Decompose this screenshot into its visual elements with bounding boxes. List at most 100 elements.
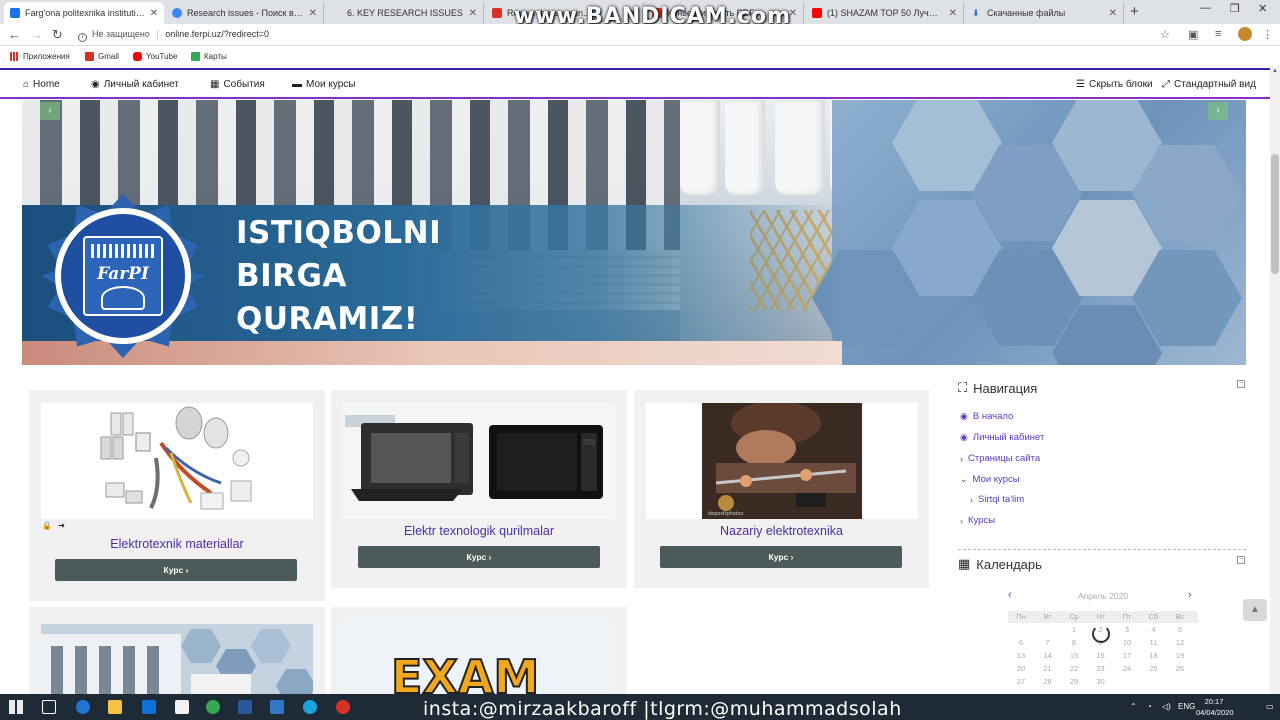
calendar-day[interactable]: 5	[1167, 625, 1193, 634]
course-button[interactable]: Курс ›	[55, 559, 297, 581]
maximize-icon[interactable]: ❐	[1230, 2, 1240, 15]
calendar-day[interactable]: 6	[1008, 638, 1034, 647]
close-icon[interactable]: ✕	[150, 8, 158, 19]
course-image[interactable]	[41, 624, 313, 704]
calendar-day[interactable]: 27	[1008, 677, 1034, 686]
calendar-day[interactable]: 3	[1114, 625, 1140, 634]
nav-item-cabinet[interactable]: ◉ Личный кабинет	[960, 432, 1044, 443]
course-image[interactable]	[343, 403, 615, 519]
banner-prev-arrow[interactable]: ‹	[40, 102, 60, 120]
chrome-icon[interactable]	[206, 700, 220, 714]
standard-view-button[interactable]: ⤢ Стандартный вид	[1162, 79, 1256, 90]
calendar-day[interactable]: 28	[1035, 677, 1061, 686]
language-indicator[interactable]: ENG	[1178, 702, 1195, 711]
collapse-calendar-icon[interactable]: −	[1237, 556, 1245, 564]
banner-next-arrow[interactable]: ›	[1208, 102, 1228, 120]
nav-home[interactable]: ⌂ Home	[23, 79, 60, 90]
task-view-icon[interactable]	[42, 700, 56, 714]
star-icon[interactable]: ☆	[1160, 28, 1170, 41]
calendar-day[interactable]: 8	[1061, 638, 1087, 647]
calendar-day[interactable]: 19	[1167, 651, 1193, 660]
calendar-day[interactable]: 21	[1035, 664, 1061, 673]
calendar-day[interactable]: 16	[1088, 651, 1114, 660]
nav-item-site-pages[interactable]: › Страницы сайта	[960, 453, 1040, 464]
course-button[interactable]: Курс ›	[358, 546, 600, 568]
record-icon[interactable]	[336, 700, 350, 714]
bookmark-youtube[interactable]: YouTube	[133, 52, 177, 61]
scroll-up-arrow-icon[interactable]: ▲	[1272, 68, 1278, 74]
nav-cabinet[interactable]: ◉ Личный кабинет	[91, 79, 179, 90]
calendar-day[interactable]: 7	[1035, 638, 1061, 647]
url-field[interactable]: i Не защищено | online.ferpi.uz/?redirect…	[78, 29, 269, 42]
calendar-day[interactable]: 15	[1061, 651, 1087, 660]
course-image[interactable]: EXAM	[343, 621, 609, 701]
new-tab-button[interactable]: +	[1130, 3, 1139, 20]
file-explorer-icon[interactable]	[108, 700, 122, 714]
nav-my-courses[interactable]: ▬ Мои курсы	[292, 79, 356, 90]
calendar-day[interactable]: 11	[1141, 638, 1167, 647]
notification-icon[interactable]: ▭	[1266, 702, 1274, 711]
tab-downloads[interactable]: ⬇ Скачанные файлы ✕	[966, 2, 1124, 24]
volume-icon[interactable]: ◁)	[1162, 702, 1171, 711]
network-icon[interactable]: ◔	[1147, 702, 1152, 711]
calendar-day[interactable]: 20	[1008, 664, 1034, 673]
calendar-day[interactable]: 25	[1141, 664, 1167, 673]
info-icon[interactable]: i	[78, 33, 87, 42]
save-icon[interactable]	[270, 700, 284, 714]
bookmark-apps[interactable]: Приложения	[10, 52, 70, 61]
scrollbar-thumb[interactable]	[1271, 154, 1279, 274]
calendar-day[interactable]: 1	[1061, 625, 1087, 634]
telegram-icon[interactable]	[303, 700, 317, 714]
tab-youtube-shazam[interactable]: (1) SHAZAM TOP 50 Лучших Пе ✕	[806, 2, 964, 24]
close-icon[interactable]: ✕	[309, 8, 317, 19]
course-title[interactable]: Nazariy elektrotexnika	[634, 524, 929, 538]
nav-item-sirtqi[interactable]: › Sirtqi ta'lim	[970, 494, 1024, 505]
mail-icon[interactable]	[142, 700, 156, 714]
tab-key-research[interactable]: 6. KEY RESEARCH ISSUES ✕	[326, 2, 484, 24]
close-icon[interactable]: ✕	[1109, 8, 1117, 19]
forward-arrow-icon[interactable]: →	[30, 27, 43, 42]
tab-ferpi[interactable]: Farg'ona politexnika institutining ✕	[4, 2, 164, 24]
back-to-top-button[interactable]: ▲	[1243, 599, 1267, 621]
page-scrollbar[interactable]: ▲	[1270, 66, 1280, 694]
minimize-icon[interactable]: —	[1200, 2, 1211, 14]
tab-google-search[interactable]: Research issues - Поиск в Google ✕	[166, 2, 324, 24]
calendar-day[interactable]: 26	[1167, 664, 1193, 673]
calendar-day[interactable]: 17	[1114, 651, 1140, 660]
nav-item-home[interactable]: ◉ В начало	[960, 411, 1013, 422]
back-arrow-icon[interactable]: ←	[8, 27, 21, 42]
taskbar-clock[interactable]: 20:17 04/04/2020	[1196, 696, 1234, 718]
calendar-day[interactable]: 24	[1114, 664, 1140, 673]
course-button[interactable]: Курс ›	[660, 546, 902, 568]
nav-item-my-courses[interactable]: ⌄ Мои курсы	[960, 474, 1020, 485]
calendar-day[interactable]: 22	[1061, 664, 1087, 673]
nav-events[interactable]: ▦ События	[210, 79, 265, 90]
course-image[interactable]: depositphotos	[646, 403, 918, 519]
calendar-day[interactable]: 23	[1088, 664, 1114, 673]
collapse-navigation-icon[interactable]: −	[1237, 380, 1245, 388]
course-title[interactable]: Elektrotexnik materiallar	[29, 537, 325, 551]
word-icon[interactable]	[238, 700, 252, 714]
reload-icon[interactable]: ↻	[52, 27, 63, 43]
bookmark-maps[interactable]: Карты	[191, 52, 227, 61]
windows-start-icon[interactable]	[9, 700, 23, 714]
calendar-day[interactable]: 13	[1008, 651, 1034, 660]
edge-icon[interactable]	[76, 700, 90, 714]
calendar-day[interactable]: 29	[1061, 677, 1087, 686]
hide-blocks-button[interactable]: ☰ Скрыть блоки	[1076, 79, 1153, 90]
extension-icon[interactable]: ▣	[1188, 28, 1198, 41]
calendar-next-icon[interactable]: ›	[1188, 589, 1192, 601]
menu-dots-icon[interactable]: ⋮	[1262, 28, 1273, 41]
calendar-day[interactable]: 18	[1141, 651, 1167, 660]
profile-avatar[interactable]	[1238, 27, 1252, 41]
close-window-icon[interactable]: ✕	[1258, 2, 1267, 15]
calendar-day[interactable]: 12	[1167, 638, 1193, 647]
notepad-icon[interactable]	[175, 700, 189, 714]
calendar-day[interactable]: 10	[1114, 638, 1140, 647]
course-image[interactable]	[41, 403, 313, 519]
course-title[interactable]: Elektr texnologik qurilmalar	[331, 524, 627, 538]
bookmark-gmail[interactable]: Gmail	[85, 52, 119, 61]
close-icon[interactable]: ✕	[469, 8, 477, 19]
calendar-day[interactable]: 30	[1088, 677, 1114, 686]
cast-icon[interactable]: ≡	[1215, 28, 1221, 40]
